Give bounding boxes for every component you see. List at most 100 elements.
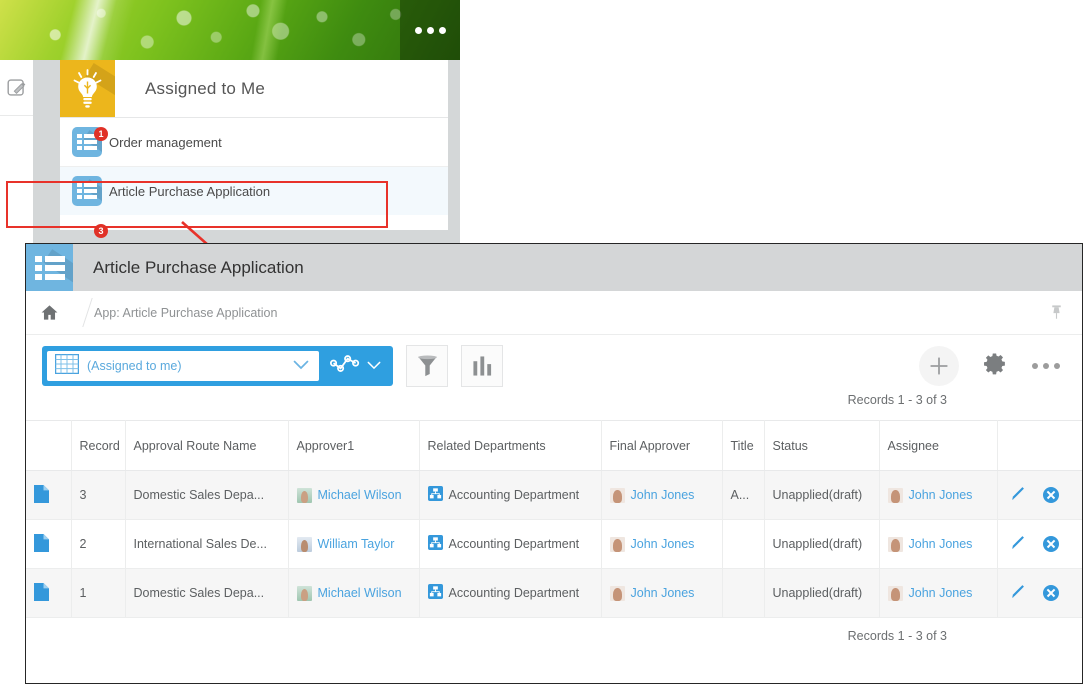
document-icon [34,485,49,503]
table-header-row: Record Approval Route Name Approver1 Rel… [26,421,1082,471]
cell-assignee-name[interactable]: John Jones [909,488,973,502]
pencil-icon [1010,583,1027,600]
avatar [888,537,903,552]
cell-department-name: Accounting Department [449,537,580,551]
cell-approver1: Michael Wilson [288,471,419,520]
edit-square-icon [6,77,27,98]
home-icon [40,303,59,322]
delete-row-button[interactable] [1043,585,1059,601]
plus-icon [928,355,950,377]
cell-status: Unapplied(draft) [764,569,879,618]
col-header-title[interactable]: Title [722,421,764,471]
pencil-icon [1010,485,1027,502]
view-combo[interactable]: (Assigned to me) [47,351,319,381]
cell-final-approver: John Jones [601,471,722,520]
cell-status: Unapplied(draft) [764,471,879,520]
graph-button[interactable] [461,345,503,387]
table-row[interactable]: 2 International Sales De... William Tayl… [26,520,1082,569]
lightbulb-icon [60,60,115,117]
cell-final-approver-name[interactable]: John Jones [631,537,695,551]
breadcrumb: App: Article Purchase Application [26,291,1082,335]
cell-record: 3 [71,471,125,520]
records-count-bottom: Records 1 - 3 of 3 [26,618,1082,643]
col-header-approval-route-name[interactable]: Approval Route Name [125,421,288,471]
avatar [610,586,625,601]
cell-approval-route-name[interactable]: Domestic Sales Depa... [125,471,288,520]
breadcrumb-text: App: Article Purchase Application [94,306,277,320]
edit-row-button[interactable] [1010,485,1027,505]
cell-record: 1 [71,569,125,618]
list-app-icon [72,176,102,206]
delete-row-button[interactable] [1043,536,1059,552]
cell-approval-route-name[interactable]: International Sales De... [125,520,288,569]
settings-button[interactable] [983,351,1008,381]
table-row[interactable]: 1 Domestic Sales Depa... Michael Wilson [26,569,1082,618]
cell-actions [997,520,1082,569]
cell-assignee-name[interactable]: John Jones [909,537,973,551]
cell-approver1-name[interactable]: William Taylor [318,537,395,551]
pin-button[interactable] [1048,303,1065,327]
cell-status: Unapplied(draft) [764,520,879,569]
view-selector[interactable]: (Assigned to me) [42,346,393,386]
records-table: Record Approval Route Name Approver1 Rel… [26,420,1082,618]
toolbar: (Assigned to me) [26,335,1082,397]
cell-assignee: John Jones [879,569,997,618]
edit-portal-button[interactable] [0,60,33,116]
edit-row-button[interactable] [1010,583,1027,603]
cell-assignee: John Jones [879,471,997,520]
avatar [297,488,312,503]
more-options-button[interactable] [1032,363,1060,369]
col-header-assignee[interactable]: Assignee [879,421,997,471]
row-document-link[interactable] [26,569,71,618]
edit-row-button[interactable] [1010,534,1027,554]
cell-actions [997,471,1082,520]
ellipsis-icon-dot [415,27,422,34]
table-row[interactable]: 3 Domestic Sales Depa... Michael Wilson [26,471,1082,520]
cell-approver1-name[interactable]: Michael Wilson [318,586,402,600]
portlet-item-article-purchase-application[interactable]: 3 Article Purchase Application [60,167,448,215]
cell-related-departments: Accounting Department [419,569,601,618]
col-header-final-approver[interactable]: Final Approver [601,421,722,471]
home-button[interactable] [26,303,72,322]
row-document-link[interactable] [26,471,71,520]
pin-icon [1048,303,1065,322]
portlet-item-label: Order management [109,135,222,150]
window-title-bar: Article Purchase Application [26,244,1082,291]
cell-actions [997,569,1082,618]
cell-title: A... [722,471,764,520]
assigned-to-me-portlet: Assigned to Me 1 Order management 3 [60,60,448,230]
chevron-down-icon[interactable] [293,357,309,375]
filter-button[interactable] [406,345,448,387]
row-document-link[interactable] [26,520,71,569]
window-title: Article Purchase Application [73,258,304,278]
col-header-record[interactable]: Record [71,421,125,471]
pencil-icon [1010,534,1027,551]
notification-badge: 3 [94,224,108,238]
col-header-status[interactable]: Status [764,421,879,471]
application-window: Article Purchase Application App: Articl… [25,243,1083,684]
cell-title [722,569,764,618]
col-header-approver1[interactable]: Approver1 [288,421,419,471]
banner-menu-button[interactable] [400,0,460,60]
cell-final-approver-name[interactable]: John Jones [631,586,695,600]
cell-approval-route-name[interactable]: Domestic Sales Depa... [125,569,288,618]
add-record-button[interactable] [919,346,959,386]
cell-assignee-name[interactable]: John Jones [909,586,973,600]
org-chart-icon [428,535,443,553]
cell-approver1-name[interactable]: Michael Wilson [318,488,402,502]
ellipsis-icon-dot [439,27,446,34]
ellipsis-icon-dot [1054,363,1060,369]
portlet-item-label: Article Purchase Application [109,184,270,199]
col-header-related-departments[interactable]: Related Departments [419,421,601,471]
cell-record: 2 [71,520,125,569]
ellipsis-icon-dot [427,27,434,34]
cell-department-name: Accounting Department [449,488,580,502]
cell-title [722,520,764,569]
portlet-item-order-management[interactable]: 1 Order management [60,118,448,167]
cell-final-approver-name[interactable]: John Jones [631,488,695,502]
col-header-doc[interactable] [26,421,71,471]
cell-related-departments: Accounting Department [419,520,601,569]
delete-row-button[interactable] [1043,487,1059,503]
chart-view-button[interactable] [319,353,393,380]
chevron-down-icon[interactable] [367,357,381,375]
